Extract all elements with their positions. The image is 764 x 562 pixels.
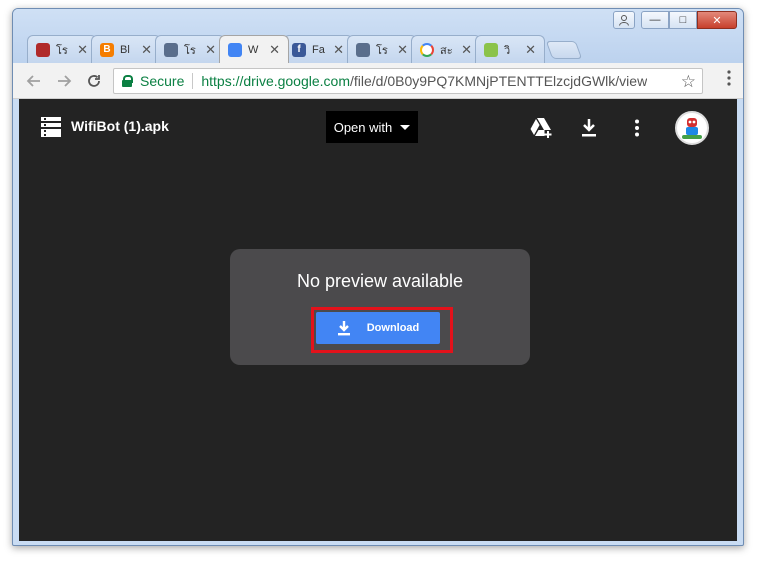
file-list-icon [41, 117, 61, 137]
add-to-drive-button[interactable] [529, 117, 553, 139]
no-preview-card: No preview available Download [230, 249, 530, 365]
close-tab-icon[interactable]: ✕ [525, 42, 536, 58]
tab-title: โร [376, 44, 388, 57]
user-profile-button[interactable] [613, 11, 635, 29]
browser-tab[interactable]: W ✕ [219, 35, 289, 63]
robot-figure-icon [36, 42, 50, 57]
close-tab-icon[interactable]: ✕ [333, 42, 344, 58]
tab-strip: โร ✕ B Bl ✕ โร ✕ W ✕ f Fa ✕ โร ✕ สะ ✕ วิ ✕ [27, 35, 583, 63]
google-icon [420, 42, 434, 57]
arrow-left-icon [26, 75, 40, 87]
window-controls: — □ ✕ [613, 11, 737, 29]
account-avatar[interactable] [675, 111, 709, 145]
facebook-icon: f [292, 42, 306, 57]
chevron-down-icon [400, 124, 411, 130]
open-with-label: Open with [333, 119, 393, 135]
url-host: https://drive.google.com [201, 73, 350, 89]
browser-toolbar: Secure https://drive.google.com/file/d/0… [13, 63, 743, 99]
viewer-top-bar: WifiBot (1).apk Open with [19, 99, 737, 157]
browser-tab[interactable]: โร ✕ [27, 35, 97, 63]
lock-icon [122, 75, 133, 87]
close-tab-icon[interactable]: ✕ [397, 42, 408, 58]
vertical-dots-icon [727, 70, 731, 86]
person-icon [619, 14, 629, 26]
close-tab-icon[interactable]: ✕ [77, 42, 88, 58]
tab-title: สะ [440, 44, 453, 57]
browser-tab[interactable]: วิ ✕ [475, 35, 545, 63]
address-bar[interactable]: Secure https://drive.google.com/file/d/0… [113, 68, 703, 94]
download-button[interactable]: Download [316, 312, 440, 344]
back-button[interactable] [23, 70, 45, 92]
tab-title: Bl [120, 43, 130, 56]
add-to-drive-icon [530, 118, 552, 138]
reload-icon [88, 75, 100, 87]
open-with-button[interactable]: Open with [326, 111, 418, 143]
new-tab-button[interactable] [545, 41, 583, 59]
close-window-button[interactable]: ✕ [697, 11, 737, 29]
tab-title: W [248, 43, 259, 56]
download-toolbar-button[interactable] [577, 117, 601, 139]
drive-file-viewer: WifiBot (1).apk Open with No preview ava… [19, 99, 737, 541]
maximize-button[interactable]: □ [669, 11, 697, 29]
robot-face-icon [356, 42, 370, 57]
robot-mascot-icon [678, 114, 706, 142]
minimize-button[interactable]: — [641, 11, 669, 29]
no-preview-message: No preview available [296, 271, 464, 291]
secure-label: Secure [140, 73, 185, 89]
arrow-right-icon [58, 75, 72, 87]
browser-tab[interactable]: สะ ✕ [411, 35, 481, 63]
close-tab-icon[interactable]: ✕ [205, 42, 216, 58]
browser-tab[interactable]: โร ✕ [155, 35, 225, 63]
reload-button[interactable] [83, 70, 105, 92]
url-path: /file/d/0B0y9PQ7KMNjPTENTTElzcjdGWlk/vie… [350, 73, 648, 89]
bookmark-star-icon[interactable]: ☆ [681, 72, 696, 92]
blogger-icon: B [100, 42, 114, 57]
more-actions-button[interactable] [625, 117, 649, 139]
download-icon [582, 119, 596, 137]
robot-face-icon [164, 42, 178, 57]
download-label: Download [366, 322, 420, 334]
browser-tab[interactable]: B Bl ✕ [91, 35, 161, 63]
tab-title: โร [56, 44, 68, 57]
browser-tab[interactable]: f Fa ✕ [283, 35, 353, 63]
file-name: WifiBot (1).apk [71, 118, 169, 134]
forward-button[interactable] [53, 70, 75, 92]
browser-menu-button[interactable] [727, 70, 731, 91]
download-icon [337, 321, 350, 336]
tab-title: Fa [312, 43, 325, 56]
close-tab-icon[interactable]: ✕ [141, 42, 152, 58]
google-docs-file-icon [228, 42, 242, 57]
close-tab-icon[interactable]: ✕ [461, 42, 472, 58]
tab-title: วิ [504, 44, 511, 57]
close-tab-icon[interactable]: ✕ [269, 42, 280, 58]
vertical-dots-icon [635, 119, 639, 137]
browser-window: — □ ✕ โร ✕ B Bl ✕ โร ✕ W ✕ f Fa ✕ โร ✕ สะ ✕ วิ ✕ Secure h… [12, 8, 744, 546]
title-bar: — □ ✕ โร ✕ B Bl ✕ โร ✕ W ✕ f Fa ✕ โร ✕ สะ ✕ วิ ✕ [13, 9, 743, 63]
browser-tab[interactable]: โร ✕ [347, 35, 417, 63]
android-icon [484, 42, 498, 57]
address-separator [192, 73, 194, 89]
tab-title: โร [184, 44, 196, 57]
url-text: https://drive.google.com/file/d/0B0y9PQ7… [201, 73, 647, 89]
